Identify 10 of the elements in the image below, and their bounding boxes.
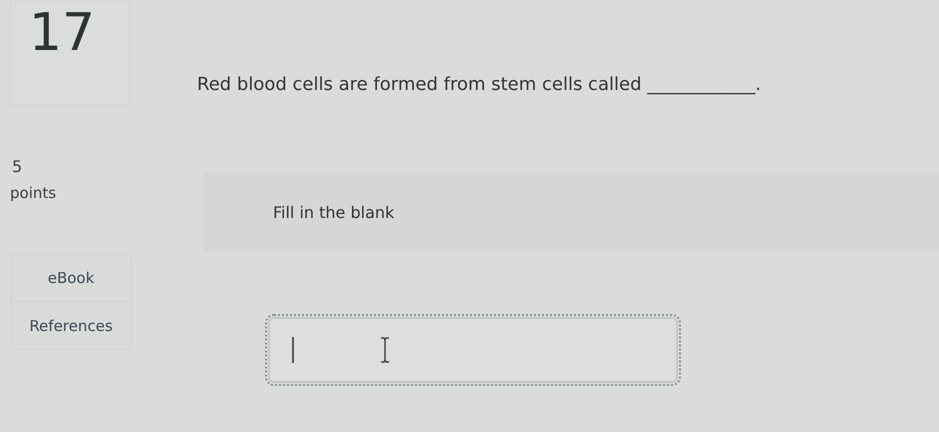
text-cursor-icon xyxy=(380,337,390,363)
text-caret xyxy=(292,337,294,363)
tool-button[interactable]: eBook xyxy=(11,255,131,302)
answer-field[interactable] xyxy=(268,317,678,383)
question-text: Red blood cells are formed from stem cells called ____________. xyxy=(197,74,762,95)
instruction-text: Fill in the blank xyxy=(273,202,394,222)
question-number: 17 xyxy=(28,7,96,59)
points-value: 5 xyxy=(11,157,24,176)
tool-button[interactable]: References xyxy=(11,302,131,349)
points-label: points xyxy=(10,184,58,202)
